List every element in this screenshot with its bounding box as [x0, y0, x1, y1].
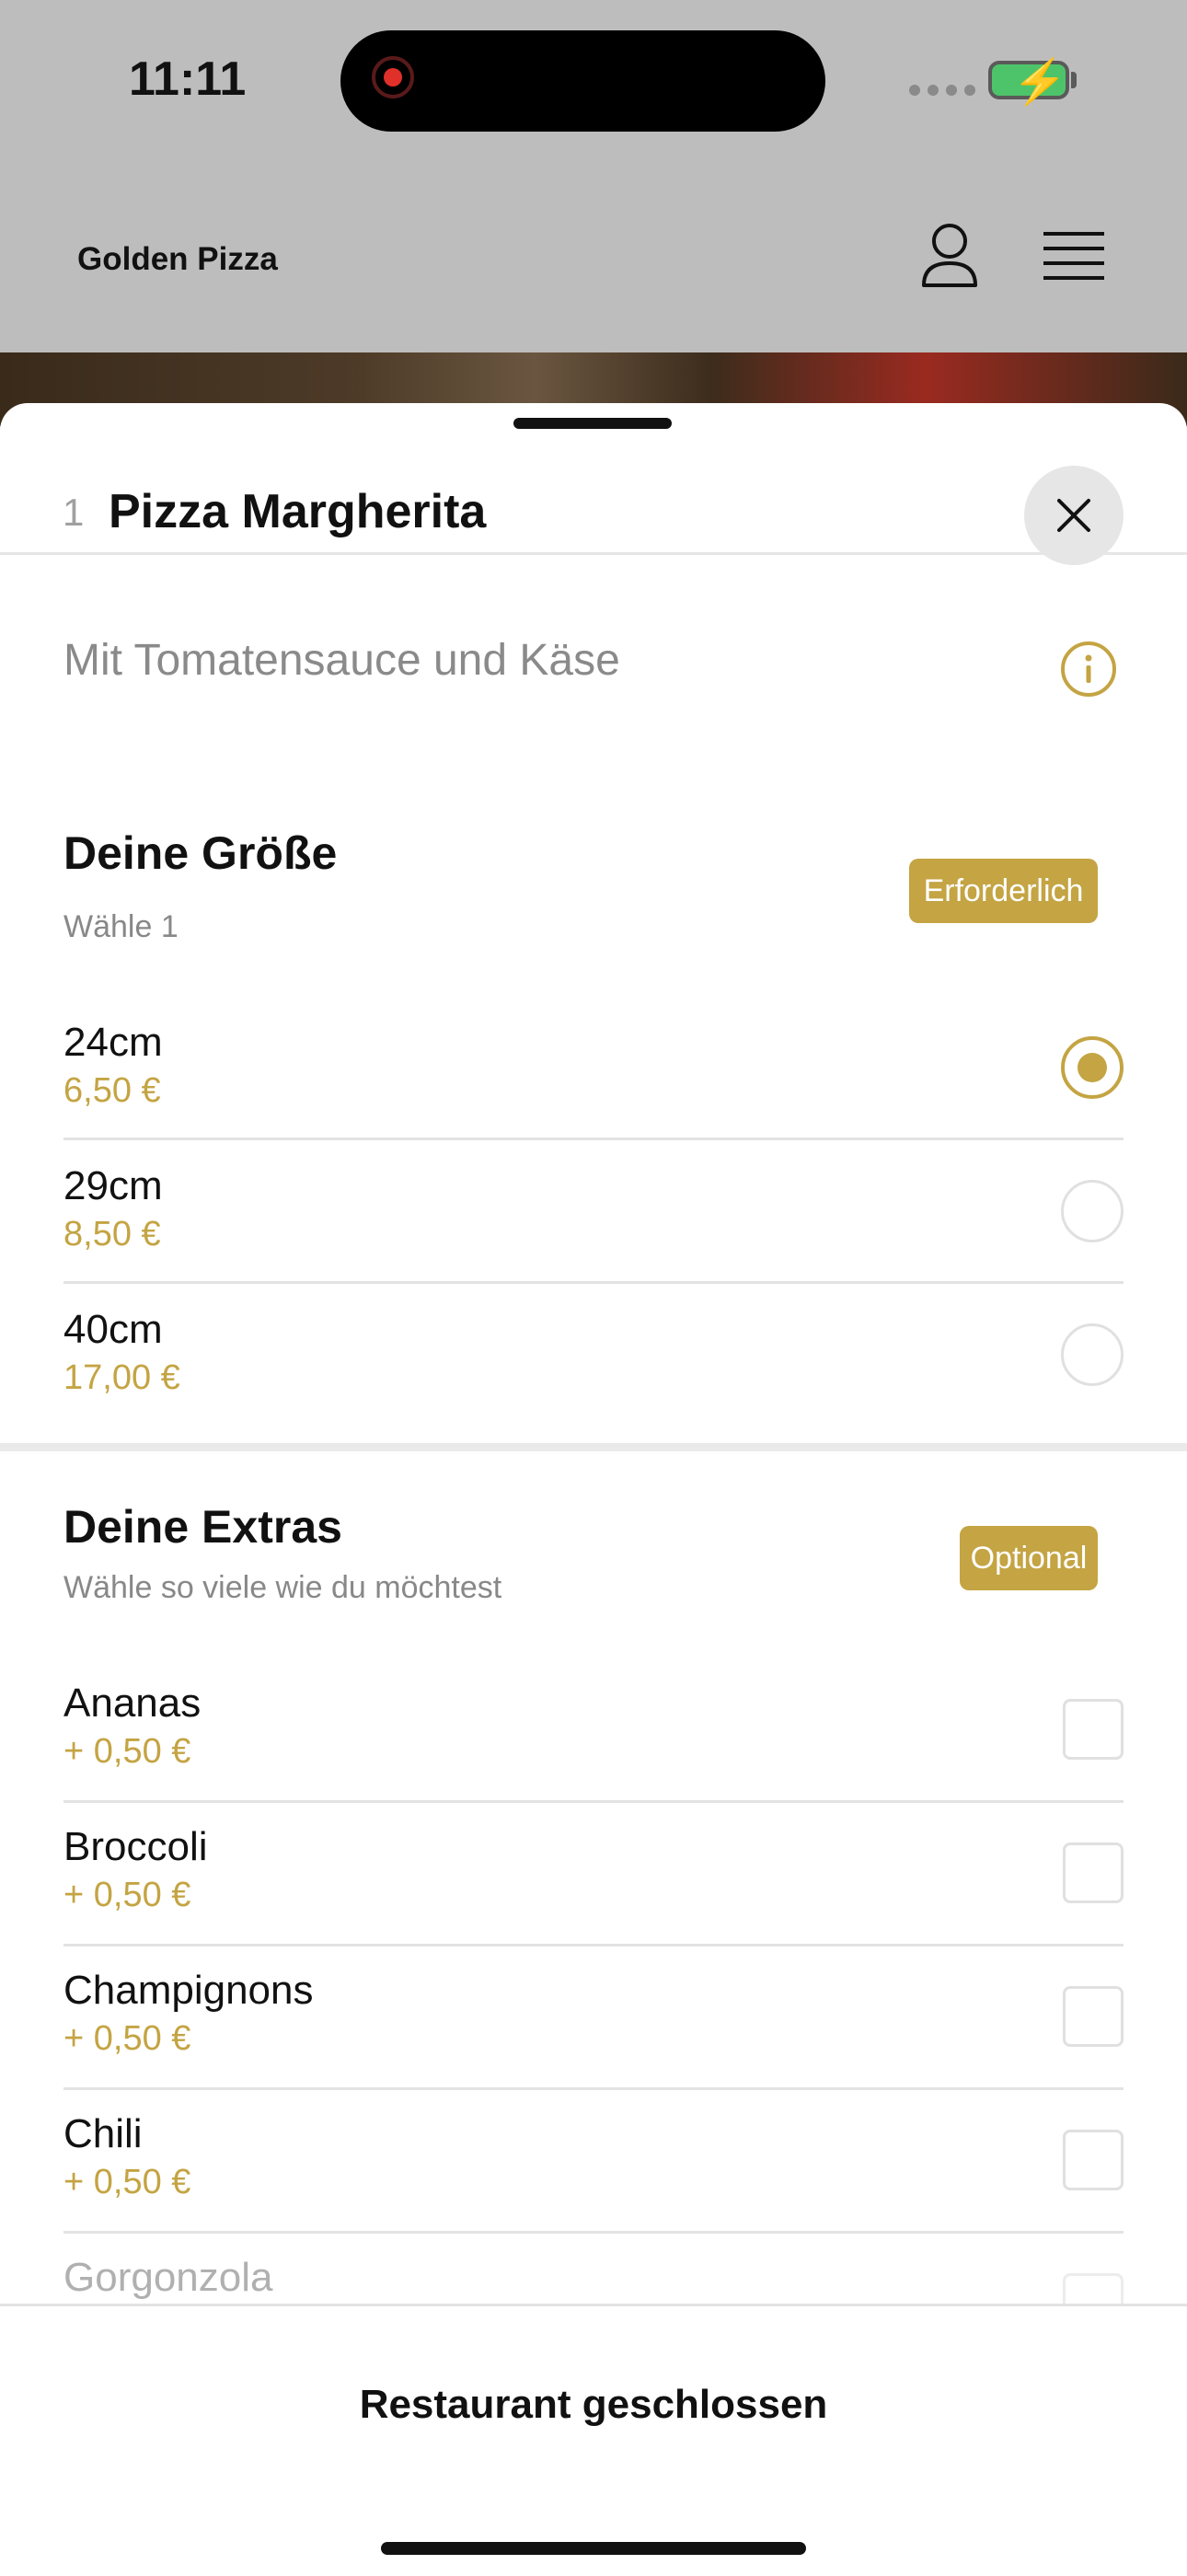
option-name: Champignons — [63, 1968, 314, 2013]
product-sheet: 1 Pizza Margherita Mit Tomatensauce und … — [0, 403, 1187, 2573]
info-icon[interactable] — [1060, 641, 1117, 698]
close-icon — [1057, 499, 1090, 532]
app-header: Golden Pizza — [0, 166, 1187, 352]
dynamic-island — [340, 30, 825, 132]
item-quantity: 1 — [63, 491, 85, 534]
checkbox[interactable] — [1063, 2130, 1124, 2190]
option-price: + 0,50 € — [63, 2019, 191, 2058]
menu-icon[interactable] — [1043, 232, 1104, 282]
radio-selected[interactable] — [1061, 1036, 1124, 1099]
extra-option[interactable]: Broccoli + 0,50 € — [63, 1800, 1124, 1946]
optional-badge: Optional — [960, 1526, 1098, 1590]
option-price: 6,50 € — [63, 1071, 161, 1110]
size-option[interactable]: 24cm 6,50 € — [63, 994, 1124, 1140]
radio-unselected[interactable] — [1061, 1180, 1124, 1242]
footer-bar: Restaurant geschlossen — [0, 2304, 1187, 2576]
size-option[interactable]: 29cm 8,50 € — [63, 1138, 1124, 1284]
extra-option[interactable]: Chili + 0,50 € — [63, 2087, 1124, 2234]
option-name: Chili — [63, 2111, 143, 2156]
option-price: 8,50 € — [63, 1215, 161, 1253]
status-time: 11:11 — [129, 52, 247, 106]
signal-icon — [909, 85, 975, 96]
option-price: 17,00 € — [63, 1358, 180, 1397]
option-name: Gorgonzola — [63, 2255, 273, 2300]
extras-section-subtitle: Wähle so viele wie du möchtest — [63, 1570, 502, 1605]
option-name: Ananas — [63, 1681, 202, 1726]
brand-name[interactable]: Golden Pizza — [77, 241, 278, 278]
extra-option[interactable]: Champignons + 0,50 € — [63, 1944, 1124, 2090]
option-price: + 0,50 € — [63, 1732, 191, 1771]
battery-tip — [1071, 72, 1077, 88]
option-price: + 0,50 € — [63, 1876, 191, 1914]
home-indicator[interactable] — [381, 2542, 806, 2555]
option-name: 24cm — [63, 1020, 163, 1065]
extras-section-title: Deine Extras — [63, 1501, 342, 1553]
sheet-header: 1 Pizza Margherita — [0, 440, 1187, 565]
product-title: Pizza Margherita — [109, 485, 487, 538]
option-name: 40cm — [63, 1307, 163, 1352]
size-section-subtitle: Wähle 1 — [63, 909, 179, 944]
checkbox[interactable] — [1063, 1842, 1124, 1903]
sheet-grabber[interactable] — [513, 418, 672, 429]
size-section-title: Deine Größe — [63, 827, 338, 879]
charging-bolt-icon: ⚡ — [1012, 58, 1067, 107]
size-option[interactable]: 40cm 17,00 € — [63, 1281, 1124, 1425]
option-price: + 0,50 € — [63, 2163, 191, 2201]
extra-option[interactable]: Ananas + 0,50 € — [63, 1657, 1124, 1803]
restaurant-closed-label: Restaurant geschlossen — [359, 2382, 828, 2427]
close-button[interactable] — [1024, 466, 1124, 565]
product-description: Mit Tomatensauce und Käse — [63, 636, 620, 685]
checkbox[interactable] — [1063, 1986, 1124, 2047]
account-icon[interactable] — [920, 221, 979, 289]
recording-indicator-icon — [372, 56, 414, 98]
option-name: Broccoli — [63, 1824, 208, 1869]
required-badge: Erforderlich — [909, 859, 1098, 923]
section-divider — [0, 1443, 1187, 1451]
radio-unselected[interactable] — [1061, 1323, 1124, 1386]
status-bar: 11:11 ⚡ — [0, 0, 1187, 166]
option-name: 29cm — [63, 1163, 163, 1208]
checkbox[interactable] — [1063, 1699, 1124, 1760]
